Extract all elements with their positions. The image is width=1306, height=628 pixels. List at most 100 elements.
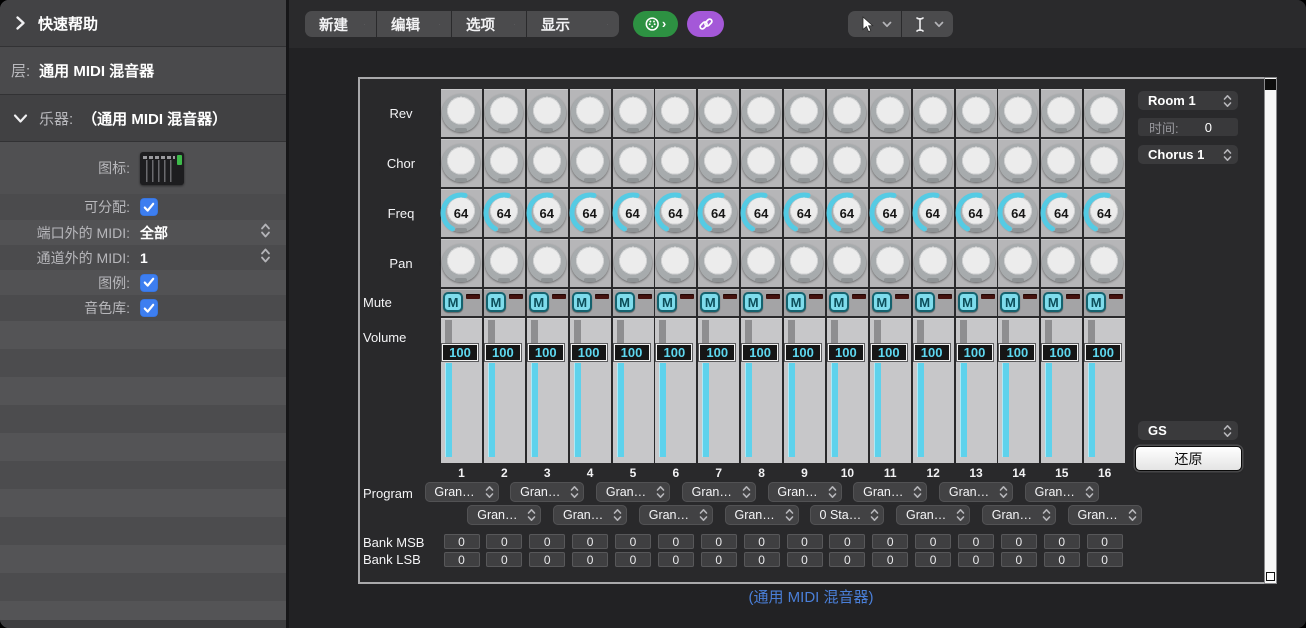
mute-button[interactable]: M xyxy=(743,292,764,312)
bank-lsb-field[interactable]: 0 xyxy=(958,552,994,567)
program-select[interactable]: Gran… xyxy=(1067,505,1142,525)
rev-knob[interactable] xyxy=(998,89,1040,137)
freq-knob[interactable]: 64 xyxy=(740,189,783,237)
pan-knob[interactable] xyxy=(612,239,654,287)
bank-msb-field[interactable]: 0 xyxy=(615,534,651,549)
mute-cell[interactable]: M xyxy=(526,289,568,316)
volume-value[interactable]: 100 xyxy=(699,344,736,361)
freq-knob[interactable]: 64 xyxy=(697,189,740,237)
chor-knob[interactable] xyxy=(441,139,482,187)
bank-lsb-field[interactable]: 0 xyxy=(572,552,609,567)
volume-fader[interactable]: 100 xyxy=(483,318,525,463)
volume-value[interactable]: 100 xyxy=(913,344,950,361)
bank-msb-field[interactable]: 0 xyxy=(1000,534,1037,549)
bank-lsb-field[interactable]: 0 xyxy=(1086,552,1123,567)
bank-lsb-field[interactable]: 0 xyxy=(443,552,480,567)
rev-knob[interactable] xyxy=(826,89,868,137)
bank-lsb-field[interactable]: 0 xyxy=(486,552,523,567)
menu-2[interactable]: 编辑 xyxy=(376,11,451,37)
rev-knob[interactable] xyxy=(655,89,697,137)
bank-msb-field[interactable]: 0 xyxy=(872,534,909,549)
mute-button[interactable]: M xyxy=(786,292,806,312)
mute-button[interactable]: M xyxy=(443,292,463,312)
mute-cell[interactable]: M xyxy=(955,289,997,316)
freq-knob[interactable]: 64 xyxy=(869,189,911,237)
volume-fader[interactable]: 100 xyxy=(869,318,911,463)
chor-knob[interactable] xyxy=(483,139,525,187)
program-select[interactable]: 0 Sta… xyxy=(810,505,885,525)
program-select[interactable]: Gran… xyxy=(724,505,799,525)
rev-knob[interactable] xyxy=(1041,89,1083,137)
freq-knob[interactable]: 64 xyxy=(440,189,482,237)
volume-fader[interactable]: 100 xyxy=(1041,318,1083,463)
volume-value[interactable]: 100 xyxy=(656,344,693,361)
volume-value[interactable]: 100 xyxy=(785,344,821,361)
pan-knob[interactable] xyxy=(569,239,611,287)
mute-button[interactable]: M xyxy=(871,292,892,312)
rev-knob[interactable] xyxy=(526,89,568,137)
volume-value[interactable]: 100 xyxy=(742,344,779,361)
rev-knob[interactable] xyxy=(912,89,954,137)
freq-knob[interactable]: 64 xyxy=(569,189,611,237)
rev-knob[interactable] xyxy=(612,89,654,137)
program-select[interactable]: Gran… xyxy=(424,482,499,502)
mute-cell[interactable]: M xyxy=(741,289,783,316)
mute-cell[interactable]: M xyxy=(612,289,654,316)
mute-cell[interactable]: M xyxy=(998,289,1040,316)
freq-knob[interactable]: 64 xyxy=(783,189,825,237)
text-tool-select[interactable] xyxy=(901,11,953,37)
bank-lsb-field[interactable]: 0 xyxy=(1000,552,1037,567)
program-select[interactable]: Gran… xyxy=(467,505,542,525)
chor-knob[interactable] xyxy=(1041,139,1083,187)
pan-knob[interactable] xyxy=(483,239,525,287)
reverb-type-select[interactable]: Room 1 xyxy=(1138,91,1238,110)
freq-knob[interactable]: 64 xyxy=(1083,189,1126,237)
midi-out-channel-value[interactable]: 1 xyxy=(140,250,148,266)
standard-select[interactable]: GS xyxy=(1138,421,1238,440)
midi-activity-button[interactable]: › xyxy=(633,11,678,37)
pan-knob[interactable] xyxy=(955,239,997,287)
volume-fader[interactable]: 100 xyxy=(826,318,868,463)
menu-3[interactable]: 选项 xyxy=(451,11,526,37)
mute-cell[interactable]: M xyxy=(569,289,611,316)
menu-4[interactable]: 显示 xyxy=(526,11,619,37)
midi-out-port-value[interactable]: 全部 xyxy=(140,223,168,243)
program-select[interactable]: Gran… xyxy=(1024,482,1099,502)
mute-button[interactable]: M xyxy=(700,292,721,312)
rev-knob[interactable] xyxy=(869,89,911,137)
bank-msb-field[interactable]: 0 xyxy=(529,534,566,549)
bank-msb-field[interactable]: 0 xyxy=(657,534,694,549)
volume-value[interactable]: 100 xyxy=(613,344,650,361)
mute-button[interactable]: M xyxy=(571,292,592,312)
chor-knob[interactable] xyxy=(998,139,1040,187)
freq-knob[interactable]: 64 xyxy=(1040,189,1083,237)
mute-cell[interactable]: M xyxy=(869,289,911,316)
volume-fader[interactable]: 100 xyxy=(741,318,783,463)
volume-value[interactable]: 100 xyxy=(1042,344,1079,361)
freq-knob[interactable]: 64 xyxy=(997,189,1040,237)
bank-lsb-field[interactable]: 0 xyxy=(615,552,651,567)
mute-button[interactable]: M xyxy=(1043,292,1064,312)
pointer-tool-select[interactable] xyxy=(848,11,901,37)
pan-knob[interactable] xyxy=(741,239,783,287)
bank-msb-field[interactable]: 0 xyxy=(572,534,609,549)
mute-button[interactable]: M xyxy=(957,292,978,312)
volume-value[interactable]: 100 xyxy=(1085,344,1122,361)
chor-knob[interactable] xyxy=(569,139,611,187)
chorus-type-select[interactable]: Chorus 1 xyxy=(1138,145,1238,164)
program-select[interactable]: Gran… xyxy=(596,482,670,502)
mute-cell[interactable]: M xyxy=(1084,289,1126,316)
bank-msb-field[interactable]: 0 xyxy=(743,534,780,549)
rev-knob[interactable] xyxy=(784,89,825,137)
mute-button[interactable]: M xyxy=(828,292,849,312)
pan-knob[interactable] xyxy=(526,239,568,287)
chor-knob[interactable] xyxy=(955,139,997,187)
volume-value[interactable]: 100 xyxy=(827,344,864,361)
chor-knob[interactable] xyxy=(526,139,568,187)
mute-button[interactable]: M xyxy=(528,292,549,312)
pan-knob[interactable] xyxy=(784,239,825,287)
link-button[interactable] xyxy=(687,11,724,37)
volume-fader[interactable]: 100 xyxy=(441,318,482,463)
program-select[interactable]: Gran… xyxy=(681,482,756,502)
program-select[interactable]: Gran… xyxy=(939,482,1013,502)
